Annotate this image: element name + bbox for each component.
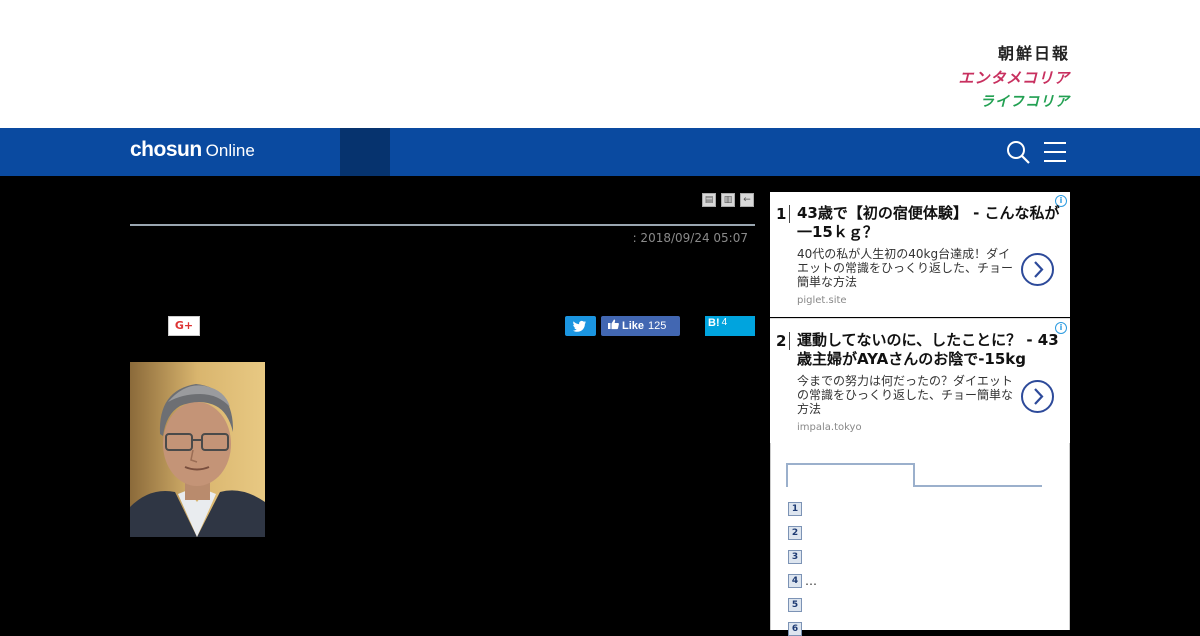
- hatena-bookmark-button[interactable]: B! 4: [705, 316, 755, 336]
- ranking-number: 2: [788, 526, 802, 540]
- hamburger-menu-icon[interactable]: [1044, 142, 1066, 162]
- twitter-bird-icon: [573, 320, 586, 332]
- ranking-item[interactable]: 3: [788, 550, 805, 564]
- article-date: : 2018/09/24 05:07: [632, 231, 748, 245]
- ad-description: 今までの努力は何だったの？ダイエットの常識をひっくり返した、チョー簡単な方法: [797, 374, 1014, 416]
- ranking-number: 4: [788, 574, 802, 588]
- ranking-item[interactable]: 4…: [788, 574, 817, 588]
- facebook-like-count: 125: [648, 320, 667, 332]
- ranking-number: 3: [788, 550, 802, 564]
- ranking-number: 1: [788, 502, 802, 516]
- site-logo[interactable]: chosun Online: [130, 138, 255, 162]
- ranking-tab-active[interactable]: [786, 463, 915, 487]
- ad-description: 40代の私が人生初の40kg台達成！ダイエットの常識をひっくり返した、チョー簡単…: [797, 247, 1014, 289]
- ranking-item[interactable]: 2: [788, 526, 805, 540]
- ad-source: piglet.site: [797, 295, 847, 306]
- ranking-panel: 1 2 3 4… 5 6: [770, 443, 1070, 636]
- twitter-share-button[interactable]: [565, 316, 596, 336]
- sponsored-ad-2[interactable]: i 2 運動してないのに、したことに？ - 43歳主婦がAYAさんのお陰で-15…: [770, 318, 1070, 443]
- ranking-item[interactable]: 6: [788, 622, 805, 636]
- thumbs-up-icon: [608, 319, 619, 330]
- ranking-text: …: [805, 574, 817, 588]
- hatena-bookmark-label: B!: [708, 317, 720, 329]
- logo-suffix: Online: [205, 141, 255, 160]
- ad-rank: 1: [776, 205, 787, 223]
- ad-source: impala.tokyo: [797, 422, 862, 433]
- chevron-right-icon[interactable]: [1021, 380, 1054, 413]
- article-photo: [130, 362, 265, 537]
- ad-rank: 2: [776, 332, 787, 350]
- text-size-icon[interactable]: ▥: [721, 193, 735, 207]
- brand-link-life-korea[interactable]: ライフコリア: [958, 90, 1070, 114]
- ad-separator: [789, 332, 790, 350]
- ad-title[interactable]: 43歳で【初の宿便体験】 - こんな私が一15ｋｇ？: [797, 204, 1065, 242]
- brand-link-chosun-ilbo[interactable]: 朝鮮日報: [958, 42, 1070, 66]
- article-tools: ▤ ▥ ←: [702, 193, 759, 212]
- brand-link-entertainment-korea[interactable]: エンタメコリア: [958, 66, 1070, 90]
- facebook-like-button[interactable]: Like 125: [601, 316, 680, 336]
- brand-links: 朝鮮日報 エンタメコリア ライフコリア: [958, 42, 1070, 114]
- ranking-item[interactable]: 1: [788, 502, 805, 516]
- article-header-rule: [130, 224, 755, 226]
- hatena-bookmark-count: 4: [721, 317, 728, 328]
- ranking-tab-inactive[interactable]: [915, 485, 1042, 487]
- sponsored-ad-1[interactable]: i 1 43歳で【初の宿便体験】 - こんな私が一15ｋｇ？ 40代の私が人生初…: [770, 192, 1070, 317]
- ranking-number: 6: [788, 622, 802, 636]
- logo-wordmark: chosun: [130, 138, 202, 161]
- ad-separator: [789, 205, 790, 223]
- ad-title[interactable]: 運動してないのに、したことに？ - 43歳主婦がAYAさんのお陰で-15kg: [797, 331, 1065, 369]
- print-icon[interactable]: ▤: [702, 193, 716, 207]
- search-icon[interactable]: [1006, 140, 1030, 164]
- back-icon[interactable]: ←: [740, 193, 754, 207]
- nav-active-tab[interactable]: [340, 128, 390, 176]
- ranking-number: 5: [788, 598, 802, 612]
- facebook-like-label: Like: [622, 320, 645, 332]
- google-plus-share-button[interactable]: G+: [168, 316, 200, 336]
- chevron-right-icon[interactable]: [1021, 253, 1054, 286]
- ranking-item[interactable]: 5: [788, 598, 805, 612]
- top-header: 朝鮮日報 エンタメコリア ライフコリア: [0, 0, 1200, 128]
